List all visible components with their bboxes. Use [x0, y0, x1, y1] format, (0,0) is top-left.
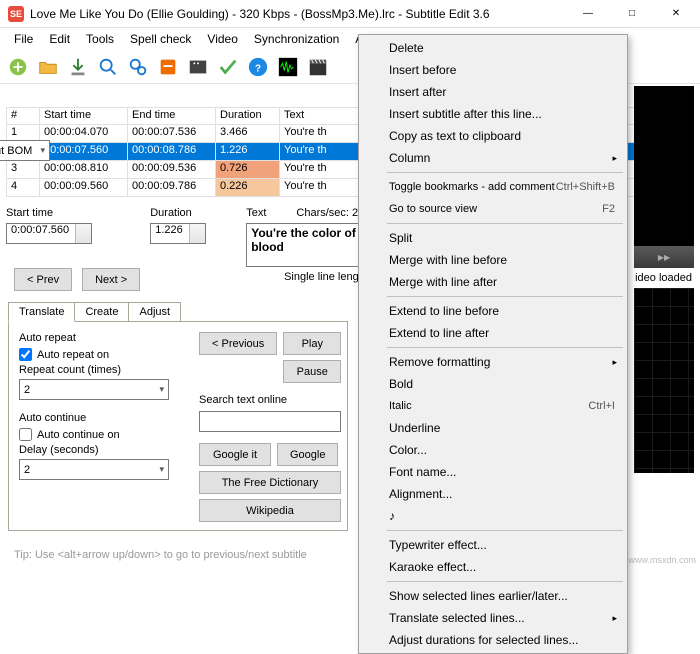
menu-video[interactable]: Video	[199, 30, 245, 48]
col-num[interactable]: #	[6, 107, 40, 125]
ctx-merge-after[interactable]: Merge with line after	[361, 271, 625, 293]
ctx-italic[interactable]: ItalicCtrl+I	[361, 395, 625, 417]
ctx-copy-clipboard[interactable]: Copy as text to clipboard	[361, 125, 625, 147]
ctx-font-name[interactable]: Font name...	[361, 461, 625, 483]
open-icon[interactable]	[34, 53, 62, 81]
menu-synchronization[interactable]: Synchronization	[246, 30, 347, 48]
col-end[interactable]: End time	[128, 107, 216, 125]
encoding-dropdown[interactable]: ut BOM	[0, 140, 50, 161]
ctx-go-source[interactable]: Go to source viewF2	[361, 198, 625, 220]
ctx-show-selected[interactable]: Show selected lines earlier/later...	[361, 585, 625, 607]
waveform-icon[interactable]	[274, 53, 302, 81]
next-button[interactable]: Next >	[82, 268, 140, 291]
start-time-input[interactable]: 0:00:07.560	[6, 223, 92, 244]
ctx-column[interactable]: Column	[361, 147, 625, 169]
tab-translate[interactable]: Translate	[8, 302, 75, 322]
ctx-music-note[interactable]: ♪	[361, 505, 625, 527]
pause-button[interactable]: Pause	[283, 360, 341, 383]
menu-tools[interactable]: Tools	[78, 30, 122, 48]
col-dur[interactable]: Duration	[216, 107, 280, 125]
ctx-bold[interactable]: Bold	[361, 373, 625, 395]
ctx-toggle-bookmarks[interactable]: Toggle bookmarks - add commentCtrl+Shift…	[361, 176, 625, 198]
menu-file[interactable]: File	[6, 30, 41, 48]
video-controls[interactable]: ▶▶	[634, 246, 694, 268]
tab-create[interactable]: Create	[74, 302, 129, 322]
ctx-remove-formatting[interactable]: Remove formatting	[361, 351, 625, 373]
google-button[interactable]: Google	[277, 443, 338, 466]
ctx-insert-sub-after[interactable]: Insert subtitle after this line...	[361, 103, 625, 125]
maximize-button[interactable]: □	[610, 0, 654, 28]
ctx-translate-selected[interactable]: Translate selected lines...	[361, 607, 625, 629]
video-panel	[634, 86, 694, 246]
start-time-label: Start time	[6, 207, 140, 219]
menu-spellcheck[interactable]: Spell check	[122, 30, 199, 48]
waveform-panel[interactable]	[634, 288, 694, 473]
minimize-button[interactable]: —	[566, 0, 610, 28]
ctx-typewriter[interactable]: Typewriter effect...	[361, 534, 625, 556]
tab-adjust[interactable]: Adjust	[128, 302, 181, 322]
ctx-karaoke[interactable]: Karaoke effect...	[361, 556, 625, 578]
ctx-underline[interactable]: Underline	[361, 417, 625, 439]
play-button[interactable]: Play	[283, 332, 341, 355]
menu-edit[interactable]: Edit	[41, 30, 78, 48]
ctx-delete[interactable]: Delete	[361, 37, 625, 59]
text-label: Text	[246, 207, 266, 219]
new-icon[interactable]	[4, 53, 32, 81]
duration-input[interactable]: 1.226	[150, 223, 206, 244]
ctx-adjust-durations[interactable]: Adjust durations for selected lines...	[361, 629, 625, 651]
no-video-label: ideo loaded	[634, 268, 694, 288]
watermark: www.msxdn.com	[628, 555, 696, 565]
save-icon[interactable]	[64, 53, 92, 81]
window-title: Love Me Like You Do (Ellie Goulding) - 3…	[30, 7, 566, 21]
ctx-split[interactable]: Split	[361, 227, 625, 249]
ctx-color[interactable]: Color...	[361, 439, 625, 461]
prev-button[interactable]: < Prev	[14, 268, 72, 291]
duration-label: Duration	[150, 207, 206, 219]
repeat-count-dropdown[interactable]: 2	[19, 379, 169, 400]
app-icon: SE	[8, 6, 24, 22]
tip-text: Tip: Use <alt+arrow up/down> to go to pr…	[14, 549, 307, 561]
col-start[interactable]: Start time	[40, 107, 128, 125]
ctx-alignment[interactable]: Alignment...	[361, 483, 625, 505]
ctx-merge-before[interactable]: Merge with line before	[361, 249, 625, 271]
replace-icon[interactable]	[124, 53, 152, 81]
find-icon[interactable]	[94, 53, 122, 81]
context-menu: Delete Insert before Insert after Insert…	[358, 34, 628, 654]
wikipedia-button[interactable]: Wikipedia	[199, 499, 341, 522]
video-icon[interactable]	[184, 53, 212, 81]
svg-text:?: ?	[255, 63, 261, 74]
ctx-extend-before[interactable]: Extend to line before	[361, 300, 625, 322]
clapperboard-icon[interactable]	[304, 53, 332, 81]
check-icon[interactable]	[214, 53, 242, 81]
delay-dropdown[interactable]: 2	[19, 459, 169, 480]
free-dictionary-button[interactable]: The Free Dictionary	[199, 471, 341, 494]
google-it-button[interactable]: Google it	[199, 443, 271, 466]
search-online-label: Search text online	[199, 394, 341, 406]
close-button[interactable]: ✕	[654, 0, 698, 28]
search-input[interactable]	[199, 411, 341, 432]
help-icon[interactable]: ?	[244, 53, 272, 81]
ctx-extend-after[interactable]: Extend to line after	[361, 322, 625, 344]
ctx-insert-before[interactable]: Insert before	[361, 59, 625, 81]
settings-icon[interactable]	[154, 53, 182, 81]
ctx-insert-after[interactable]: Insert after	[361, 81, 625, 103]
previous-button[interactable]: < Previous	[199, 332, 277, 355]
